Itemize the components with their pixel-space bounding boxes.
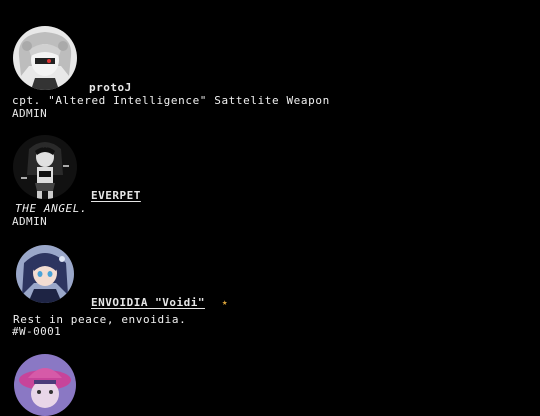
avatar[interactable] xyxy=(16,245,74,303)
avatar-dark-haired-figure-icon xyxy=(13,135,77,199)
avatar-white-haired-character-icon xyxy=(13,26,77,90)
profile-entry-partial xyxy=(0,350,540,416)
profile-name[interactable]: protoJ xyxy=(89,81,132,94)
profile-entry-protoj: protoJ cpt. "Altered Intelligence" Satte… xyxy=(0,0,540,125)
avatar-purple-hat-character-icon xyxy=(14,354,76,416)
avatar[interactable] xyxy=(13,135,77,199)
profile-bio: THE ANGEL. xyxy=(15,202,88,215)
star-icon: ★ xyxy=(222,298,228,308)
profile-role: #W-0001 xyxy=(12,325,62,338)
profile-bio: cpt. "Altered Intelligence" Sattelite We… xyxy=(12,94,330,107)
avatar[interactable] xyxy=(14,354,76,416)
profile-role: ADMIN xyxy=(12,215,48,228)
avatar-blue-haired-character-icon xyxy=(16,245,74,303)
avatar[interactable] xyxy=(13,26,77,90)
profile-entry-envoidia: ENVOIDIA "Voidi" ★ Rest in peace, envoid… xyxy=(0,240,540,340)
profile-name[interactable]: ENVOIDIA "Voidi" xyxy=(91,296,205,309)
profile-role: ADMIN xyxy=(12,107,48,120)
profile-entry-everpet: EVERPET THE ANGEL. ADMIN xyxy=(0,130,540,230)
profile-name[interactable]: EVERPET xyxy=(91,189,141,202)
